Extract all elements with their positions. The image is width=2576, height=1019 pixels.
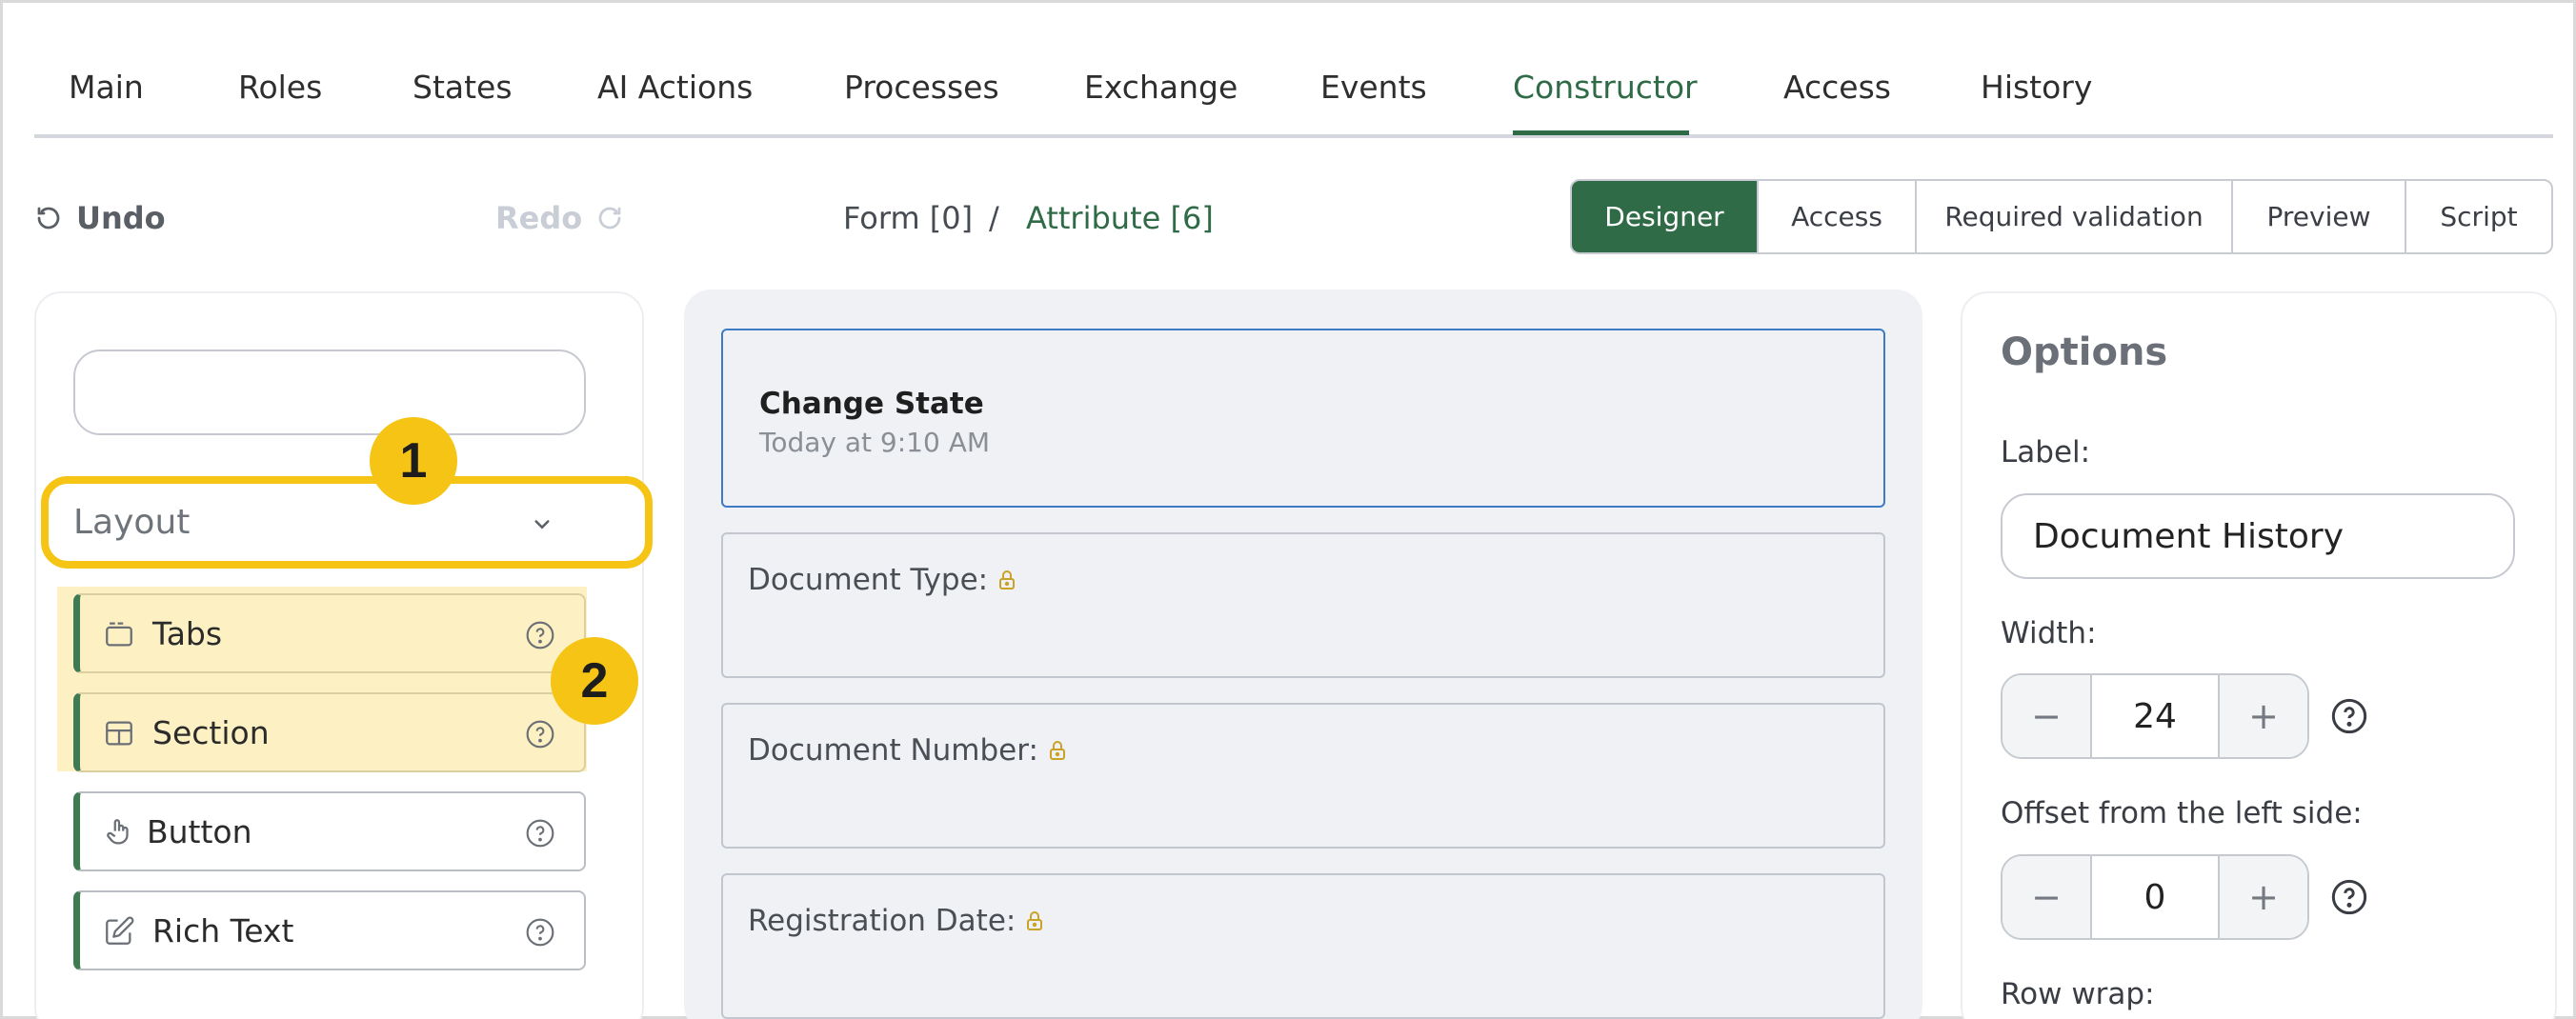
width-value[interactable]: 24 [2090,675,2220,757]
redo-label: Redo [495,200,583,236]
card-title: Change State [759,387,984,421]
undo-button[interactable]: Undo [34,200,166,236]
edit-icon [106,916,134,945]
breadcrumb-form[interactable]: Form [0] [843,200,973,236]
palette-item-label: Tabs [152,614,223,652]
help-icon[interactable] [525,620,555,650]
offset-caption: Offset from the left side: [2001,796,2363,830]
mode-script[interactable]: Script [2406,181,2551,252]
palette-item-button[interactable]: Button [73,791,586,871]
lock-icon [999,570,1016,589]
label-input[interactable]: Document History [2001,493,2515,579]
offset-value[interactable]: 0 [2090,856,2220,938]
mode-segmented-control: Designer Access Required validation Prev… [1570,179,2553,254]
mode-designer[interactable]: Designer [1572,181,1759,252]
field-document-number[interactable]: Document Number: [721,703,1885,849]
width-caption: Width: [2001,616,2097,650]
mode-access[interactable]: Access [1759,181,1917,252]
breadcrumb-attribute[interactable]: Attribute [6] [1026,200,1214,236]
card-timestamp: Today at 9:10 AM [759,427,991,458]
offset-stepper: − 0 + [2001,854,2309,940]
selected-component-card[interactable]: Change State Today at 9:10 AM [721,329,1885,508]
palette-item-section[interactable]: Section [73,692,586,772]
redo-icon [598,207,621,230]
width-increment-button[interactable]: + [2220,675,2307,757]
tab-exchange[interactable]: Exchange [1084,69,1238,106]
breadcrumb-separator: / [989,200,999,236]
field-label: Registration Date: [748,904,1046,938]
tab-processes[interactable]: Processes [844,69,999,106]
width-decrement-button[interactable]: − [2002,675,2090,757]
mode-required-validation[interactable]: Required validation [1917,181,2233,252]
field-label-text: Registration Date: [748,904,1016,938]
field-label: Document Number: [748,733,1069,768]
field-document-type[interactable]: Document Type: [721,532,1885,678]
palette-item-label: Rich Text [152,911,294,949]
label-caption: Label: [2001,435,2091,470]
tab-constructor[interactable]: Constructor [1513,69,1698,106]
row-wrap-caption: Row wrap: [2001,977,2155,1011]
undo-label: Undo [76,200,166,236]
help-icon[interactable] [525,719,555,749]
palette-item-rich-text[interactable]: Rich Text [73,890,586,970]
tabs-icon [106,622,132,647]
lock-icon [1027,911,1043,930]
palette-search-input[interactable] [73,350,586,435]
pointer-hand-icon [107,819,129,845]
layout-group-label: Layout [73,503,191,542]
section-icon [106,721,132,746]
redo-button[interactable]: Redo [495,200,624,236]
offset-increment-button[interactable]: + [2220,856,2307,938]
options-title: Options [2001,330,2168,374]
undo-icon [37,207,60,230]
callout-badge-2: 2 [551,637,638,725]
tab-access[interactable]: Access [1783,69,1891,106]
tab-roles[interactable]: Roles [238,69,322,106]
field-label-text: Document Type: [748,563,989,597]
active-tab-indicator [1513,130,1689,135]
offset-decrement-button[interactable]: − [2002,856,2090,938]
callout-badge-1: 1 [370,417,457,505]
palette-item-label: Section [152,713,270,751]
width-stepper: − 24 + [2001,673,2309,759]
help-icon[interactable] [525,818,555,849]
mode-preview[interactable]: Preview [2233,181,2406,252]
help-icon[interactable] [525,917,555,948]
tab-ai-actions[interactable]: AI Actions [597,69,753,106]
lock-icon [1049,741,1065,760]
tab-states[interactable]: States [413,69,513,106]
field-registration-date[interactable]: Registration Date: [721,873,1885,1019]
palette-item-tabs[interactable]: Tabs [73,593,586,673]
chevron-down-icon [534,520,550,529]
help-icon[interactable] [2330,697,2368,735]
tab-events[interactable]: Events [1320,69,1427,106]
tab-history[interactable]: History [1981,69,2092,106]
field-label-text: Document Number: [748,733,1038,768]
help-icon[interactable] [2330,878,2368,916]
field-label: Document Type: [748,563,1018,597]
palette-item-label: Button [147,812,252,850]
tab-main[interactable]: Main [69,69,144,106]
